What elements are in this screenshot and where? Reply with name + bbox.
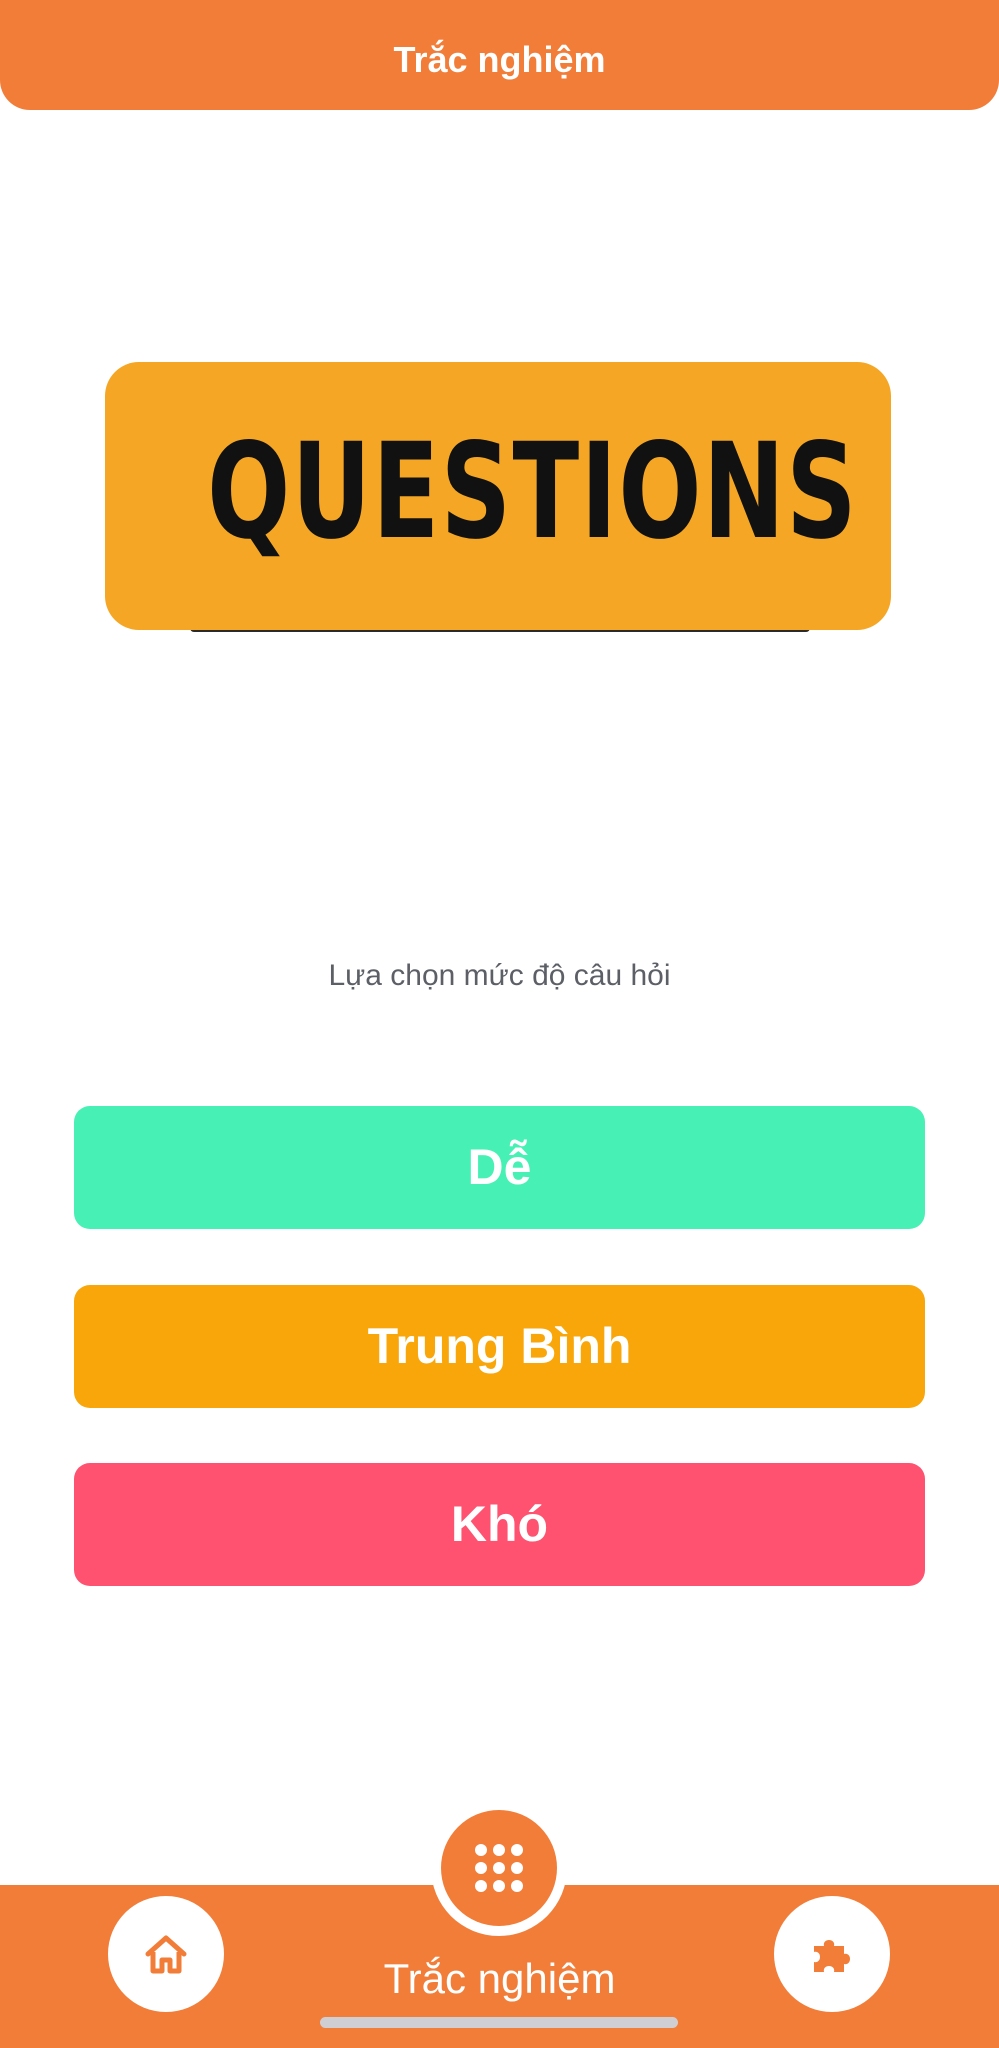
center-tab-button[interactable]	[441, 1810, 557, 1926]
app-header: Trắc nghiệm	[0, 0, 999, 110]
level-prompt: Lựa chọn mức độ câu hỏi	[328, 959, 671, 992]
hero-banner-text: QUESTIONS	[207, 415, 859, 569]
hero-banner: QUESTIONS	[105, 362, 891, 630]
hard-level-button[interactable]: Khó	[74, 1463, 925, 1586]
header-title: Trắc nghiệm	[393, 39, 606, 80]
medium-level-button[interactable]: Trung Bình	[74, 1285, 925, 1408]
home-indicator	[320, 2017, 678, 2028]
tab-bar-label: Trắc nghiệm	[383, 1955, 616, 2002]
grid-icon	[475, 1844, 523, 1892]
easy-level-button[interactable]: Dễ	[74, 1106, 925, 1229]
